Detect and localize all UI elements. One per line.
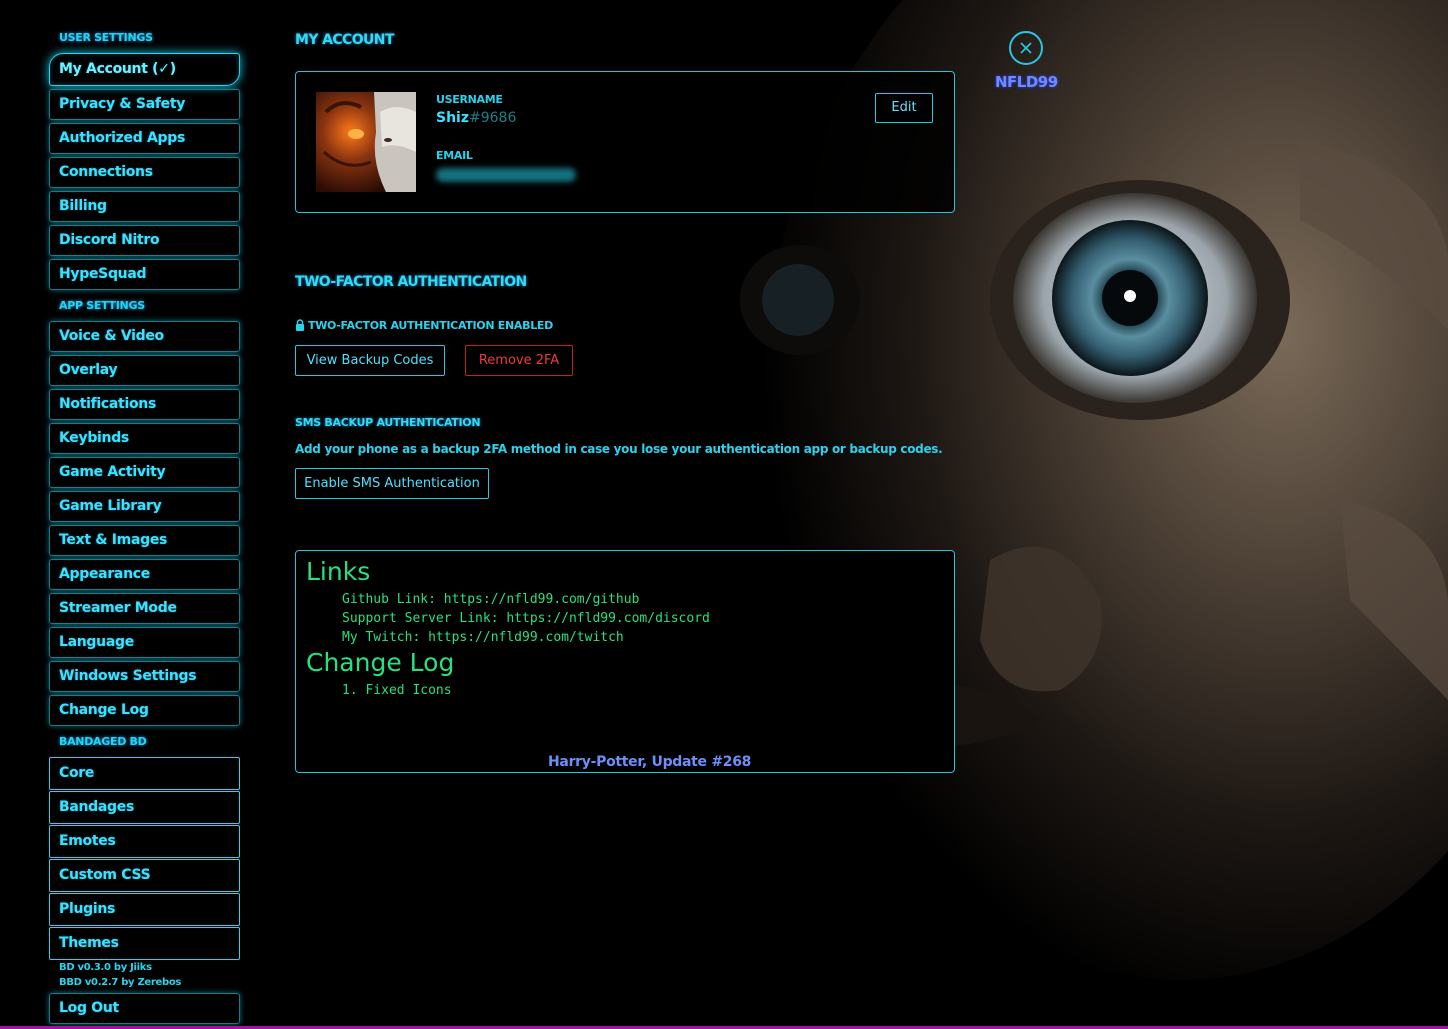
changelog-heading: Change Log bbox=[306, 648, 455, 677]
sidebar-item-voice-video[interactable]: Voice & Video bbox=[49, 321, 240, 352]
links-panel: Links Github Link: https://nfld99.com/gi… bbox=[295, 550, 955, 773]
sidebar-item-appearance[interactable]: Appearance bbox=[49, 559, 240, 590]
sidebar-item-change-log[interactable]: Change Log bbox=[49, 695, 240, 726]
email-value-blurred bbox=[436, 168, 576, 182]
sidebar-item-keybinds[interactable]: Keybinds bbox=[49, 423, 240, 454]
two-factor-title: TWO-FACTOR AUTHENTICATION bbox=[295, 274, 527, 290]
close-label: NFLD99 bbox=[995, 73, 1058, 91]
sidebar-item-bandages[interactable]: Bandages bbox=[49, 791, 240, 824]
github-link[interactable]: Github Link: https://nfld99.com/github bbox=[342, 592, 639, 607]
sidebar-item-windows-settings[interactable]: Windows Settings bbox=[49, 661, 240, 692]
links-heading: Links bbox=[306, 557, 371, 586]
sms-backup-title: SMS BACKUP AUTHENTICATION bbox=[295, 416, 481, 429]
sidebar-item-hypesquad[interactable]: HypeSquad bbox=[49, 259, 240, 290]
sms-description: Add your phone as a backup 2FA method in… bbox=[295, 442, 943, 456]
two-factor-status: TWO-FACTOR AUTHENTICATION ENABLED bbox=[295, 319, 553, 332]
bbd-version-text: BBD v0.2.7 by Zerebos bbox=[59, 977, 182, 988]
sidebar-item-emotes[interactable]: Emotes bbox=[49, 825, 240, 858]
enable-sms-button[interactable]: Enable SMS Authentication bbox=[295, 468, 489, 499]
my-account-title: MY ACCOUNT bbox=[295, 32, 394, 48]
sidebar-item-billing[interactable]: Billing bbox=[49, 191, 240, 222]
username-label: USERNAME bbox=[436, 93, 503, 106]
username-value: Shiz#9686 bbox=[436, 110, 516, 126]
app-settings-header: APP SETTINGS bbox=[59, 299, 145, 312]
lock-icon bbox=[296, 319, 304, 331]
account-card: USERNAME Shiz#9686 EMAIL Edit bbox=[295, 71, 955, 213]
changelog-item: 1. Fixed Icons bbox=[342, 683, 452, 698]
logout-button[interactable]: Log Out bbox=[49, 993, 240, 1024]
update-footer: Harry-Potter, Update #268 bbox=[548, 754, 752, 770]
sidebar-item-discord-nitro[interactable]: Discord Nitro bbox=[49, 225, 240, 256]
sidebar-item-authorized-apps[interactable]: Authorized Apps bbox=[49, 123, 240, 154]
email-label: EMAIL bbox=[436, 149, 473, 162]
sidebar-item-connections[interactable]: Connections bbox=[49, 157, 240, 188]
settings-sidebar: USER SETTINGS My Account (✓) Privacy & S… bbox=[0, 0, 260, 1029]
bd-version-text: BD v0.3.0 by Jiiks bbox=[59, 962, 152, 973]
sidebar-item-plugins[interactable]: Plugins bbox=[49, 893, 240, 926]
sidebar-item-game-library[interactable]: Game Library bbox=[49, 491, 240, 522]
support-server-link[interactable]: Support Server Link: https://nfld99.com/… bbox=[342, 611, 710, 626]
sidebar-item-custom-css[interactable]: Custom CSS bbox=[49, 859, 240, 892]
twitch-link[interactable]: My Twitch: https://nfld99.com/twitch bbox=[342, 630, 624, 645]
user-settings-header: USER SETTINGS bbox=[59, 31, 153, 44]
avatar-image bbox=[316, 92, 416, 192]
sidebar-item-my-account[interactable]: My Account (✓) bbox=[49, 53, 240, 86]
view-backup-codes-button[interactable]: View Backup Codes bbox=[295, 345, 445, 376]
remove-2fa-button[interactable]: Remove 2FA bbox=[465, 345, 573, 376]
two-factor-status-text: TWO-FACTOR AUTHENTICATION ENABLED bbox=[308, 319, 553, 332]
close-icon bbox=[1020, 42, 1032, 54]
sidebar-item-themes[interactable]: Themes bbox=[49, 927, 240, 960]
sidebar-item-core[interactable]: Core bbox=[49, 757, 240, 790]
sidebar-item-text-images[interactable]: Text & Images bbox=[49, 525, 240, 556]
close-button[interactable] bbox=[1009, 31, 1043, 65]
sidebar-item-overlay[interactable]: Overlay bbox=[49, 355, 240, 386]
bandaged-bd-header: BANDAGED BD bbox=[59, 735, 147, 748]
discriminator-text: #9686 bbox=[469, 110, 517, 126]
sidebar-item-notifications[interactable]: Notifications bbox=[49, 389, 240, 420]
username-text: Shiz bbox=[436, 110, 469, 126]
avatar[interactable] bbox=[316, 92, 416, 192]
sidebar-item-privacy-safety[interactable]: Privacy & Safety bbox=[49, 89, 240, 120]
sidebar-item-language[interactable]: Language bbox=[49, 627, 240, 658]
sidebar-item-game-activity[interactable]: Game Activity bbox=[49, 457, 240, 488]
edit-account-button[interactable]: Edit bbox=[875, 93, 933, 123]
sidebar-item-streamer-mode[interactable]: Streamer Mode bbox=[49, 593, 240, 624]
